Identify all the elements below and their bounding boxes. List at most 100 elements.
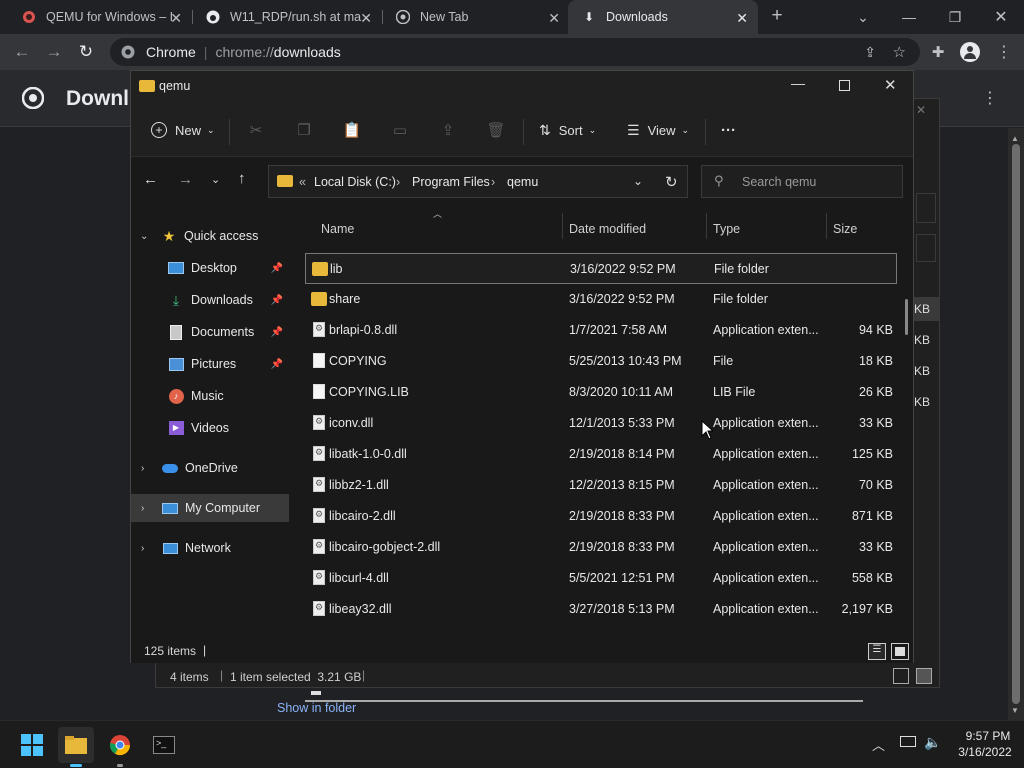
- nav-pictures[interactable]: Pictures 📌: [131, 350, 289, 378]
- nav-network[interactable]: › Network: [131, 534, 289, 562]
- file-row[interactable]: share 3/16/2022 9:52 PM File folder: [305, 284, 897, 315]
- forward-arrow-icon[interactable]: →: [178, 171, 193, 188]
- show-hidden-icons-icon[interactable]: ︿: [872, 735, 885, 754]
- minimize-icon[interactable]: —: [791, 75, 805, 91]
- omnibox[interactable]: Chrome | chrome:// downloads ⇪ ☆: [110, 38, 920, 66]
- sort-button[interactable]: ⇅ Sort ⌄: [539, 119, 596, 141]
- more-options-button[interactable]: ···: [721, 119, 736, 141]
- page-scrollbar[interactable]: ▲ ▼: [1008, 128, 1024, 720]
- refresh-icon[interactable]: ↻: [665, 173, 678, 191]
- nav-onedrive[interactable]: › OneDrive: [131, 454, 289, 482]
- column-separator[interactable]: [706, 213, 707, 239]
- bg-tiles-view-icon[interactable]: [916, 668, 932, 684]
- nav-downloads[interactable]: ⤓ Downloads 📌: [131, 286, 289, 314]
- close-window-icon[interactable]: ✕: [978, 0, 1024, 34]
- file-row[interactable]: COPYING.LIB 8/3/2020 10:11 AM LIB File 26 K…: [305, 377, 897, 408]
- back-arrow-icon[interactable]: ←: [6, 34, 38, 70]
- windows-start-icon[interactable]: [14, 727, 50, 763]
- chrome-menu-icon[interactable]: ⋮: [988, 34, 1020, 70]
- back-arrow-icon[interactable]: ←: [143, 171, 158, 188]
- share-icon[interactable]: ⇪: [435, 117, 461, 143]
- pin-icon[interactable]: 📌: [271, 359, 283, 370]
- pin-icon[interactable]: 📌: [271, 295, 283, 306]
- vertical-scrollbar[interactable]: [905, 299, 908, 335]
- tab-search-icon[interactable]: ⌄: [840, 0, 886, 34]
- minimize-icon[interactable]: —: [886, 0, 932, 34]
- file-row[interactable]: iconv.dll 12/1/2013 5:33 PM Application ex…: [305, 408, 897, 439]
- view-button[interactable]: ☰ View ⌄: [627, 119, 689, 141]
- file-row[interactable]: brlapi-0.8.dll 1/7/2021 7:58 AM Applicatio…: [305, 315, 897, 346]
- clock-time[interactable]: 9:57 PM: [958, 729, 1018, 743]
- tab-close-icon[interactable]: ✕: [548, 10, 560, 27]
- pin-icon[interactable]: 📌: [271, 263, 283, 274]
- file-row[interactable]: libcairo-2.dll 2/19/2018 8:33 PM Applicati…: [305, 501, 897, 532]
- file-row[interactable]: lib 3/16/2022 9:52 PM File folder: [305, 253, 897, 284]
- file-row[interactable]: libcurl-4.dll 5/5/2021 12:51 PM Applicatio…: [305, 563, 897, 594]
- bookmark-star-icon[interactable]: ☆: [893, 43, 906, 61]
- restore-icon[interactable]: ❐: [932, 0, 978, 34]
- file-row[interactable]: libatk-1.0-0.dll 2/19/2018 8:14 PM Applica…: [305, 439, 897, 470]
- copy-icon[interactable]: ❐: [291, 117, 317, 143]
- cut-icon[interactable]: ✂: [243, 117, 269, 143]
- breadcrumb-local-disk[interactable]: Local Disk (C:): [314, 175, 396, 189]
- terminal-taskbar-icon[interactable]: >_: [146, 727, 182, 763]
- column-header-name[interactable]: Name: [321, 219, 354, 239]
- file-row[interactable]: COPYING 5/25/2013 10:43 PM File 18 KB: [305, 346, 897, 377]
- column-separator[interactable]: [826, 213, 827, 239]
- bg-search-box[interactable]: [916, 193, 936, 223]
- column-header-size[interactable]: Size: [833, 219, 857, 239]
- tab-close-icon[interactable]: ✕: [170, 10, 182, 27]
- volume-icon[interactable]: 🔈: [924, 734, 941, 751]
- paste-icon[interactable]: 📋: [339, 117, 365, 143]
- forward-arrow-icon[interactable]: →: [38, 34, 70, 70]
- details-view-icon[interactable]: ☰: [868, 643, 886, 660]
- delete-icon[interactable]: 🗑: [483, 117, 509, 143]
- nav-desktop[interactable]: Desktop 📌: [131, 254, 289, 282]
- nav-music[interactable]: ♪ Music: [131, 382, 289, 410]
- recent-locations-chevron-icon[interactable]: ⌄: [211, 173, 220, 186]
- tab-qemu-for-windows[interactable]: QEMU for Windows – I ✕: [0, 0, 192, 34]
- tab-close-icon[interactable]: ✕: [360, 10, 372, 27]
- nav-my-computer[interactable]: › My Computer: [131, 494, 289, 522]
- new-tab-button[interactable]: +: [766, 6, 788, 28]
- address-bar[interactable]: « Local Disk (C:) › Program Files › qemu…: [268, 165, 688, 198]
- expand-chevron-icon[interactable]: ›: [141, 463, 153, 474]
- tab-close-icon[interactable]: ✕: [736, 10, 748, 27]
- chrome-taskbar-icon[interactable]: [102, 727, 138, 767]
- expand-chevron-icon[interactable]: ›: [141, 503, 153, 514]
- nav-documents[interactable]: Documents 📌: [131, 318, 289, 346]
- pin-icon[interactable]: 📌: [271, 327, 283, 338]
- tab-downloads[interactable]: ⬇ Downloads ✕: [568, 0, 758, 34]
- clock-date[interactable]: 3/16/2022: [952, 745, 1018, 759]
- breadcrumb-qemu[interactable]: qemu: [507, 175, 538, 189]
- horizontal-scrollbar[interactable]: [305, 700, 863, 702]
- column-separator[interactable]: [562, 213, 563, 239]
- share-icon[interactable]: ⇪: [864, 44, 876, 61]
- breadcrumb-program-files[interactable]: Program Files: [412, 175, 490, 189]
- search-box[interactable]: ⚲ Search qemu: [701, 165, 903, 198]
- expand-chevron-icon[interactable]: ›: [141, 543, 153, 554]
- profile-avatar-icon[interactable]: [960, 42, 980, 62]
- tab-w11-rdp[interactable]: W11_RDP/run.sh at ma ✕: [192, 0, 382, 34]
- bg-details-view-icon[interactable]: [893, 668, 909, 684]
- downloads-menu-icon[interactable]: ⋮: [982, 88, 998, 108]
- expand-chevron-icon[interactable]: ⌄: [140, 231, 152, 242]
- nav-videos[interactable]: ▶ Videos: [131, 414, 289, 442]
- rename-icon[interactable]: ▭: [387, 117, 413, 143]
- file-explorer-taskbar-icon[interactable]: [58, 727, 94, 767]
- tab-new-tab[interactable]: New Tab ✕: [382, 0, 570, 34]
- up-arrow-icon[interactable]: ↑: [238, 170, 246, 187]
- maximize-icon[interactable]: [839, 80, 850, 91]
- close-icon[interactable]: ✕: [884, 76, 897, 94]
- file-row[interactable]: libcairo-gobject-2.dll 2/19/2018 8:33 PM A…: [305, 532, 897, 563]
- large-icons-view-icon[interactable]: [891, 643, 909, 660]
- bg-close-icon[interactable]: ✕: [916, 103, 926, 117]
- extensions-puzzle-icon[interactable]: ✚: [922, 34, 954, 70]
- nav-quick-access[interactable]: ⌄ ★ Quick access: [131, 222, 289, 250]
- show-in-folder-link[interactable]: Show in folder: [277, 701, 356, 715]
- address-history-chevron-icon[interactable]: ⌄: [633, 174, 643, 188]
- column-header-date-modified[interactable]: Date modified: [569, 219, 646, 239]
- reload-icon[interactable]: ↻: [70, 34, 102, 70]
- file-row[interactable]: libbz2-1.dll 12/2/2013 8:15 PM Application…: [305, 470, 897, 501]
- file-row[interactable]: libeay32.dll 3/27/2018 5:13 PM Application…: [305, 594, 897, 625]
